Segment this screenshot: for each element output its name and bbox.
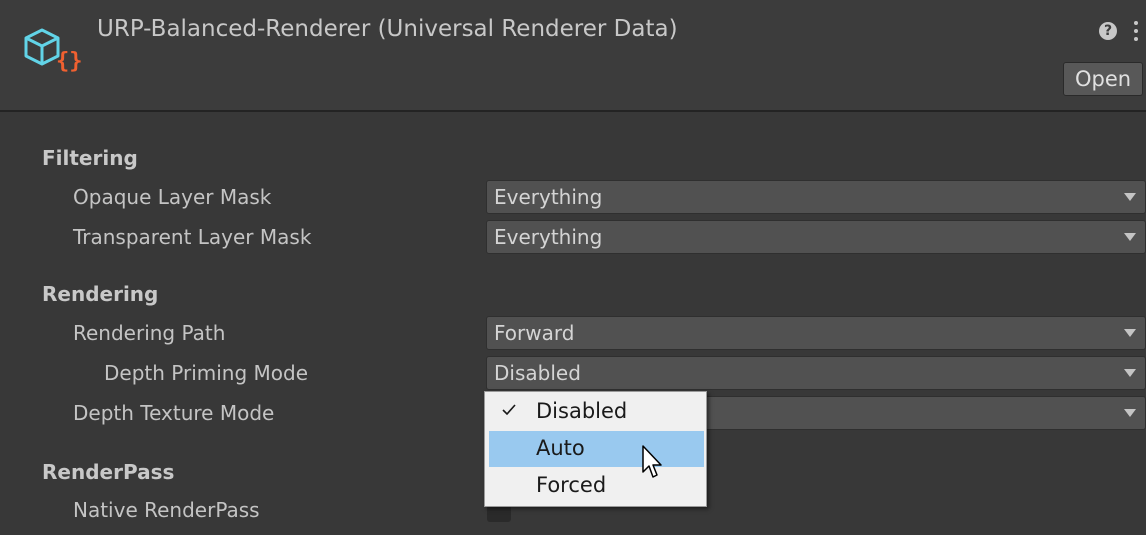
transparent-layer-mask-label: Transparent Layer Mask <box>73 225 312 249</box>
help-icon[interactable]: ? <box>1099 22 1117 40</box>
depth-texture-mode-menu: Disabled Auto Forced <box>484 391 707 507</box>
menu-item-disabled[interactable]: Disabled <box>489 394 704 430</box>
opaque-layer-mask-value: Everything <box>494 185 603 209</box>
page-title: URP-Balanced-Renderer (Universal Rendere… <box>97 16 678 42</box>
svg-text:{}: {} <box>56 49 83 74</box>
more-options-icon[interactable] <box>1133 21 1139 43</box>
checkmark-icon <box>502 404 516 416</box>
depth-priming-mode-value: Disabled <box>494 361 581 385</box>
depth-texture-mode-label: Depth Texture Mode <box>73 401 275 425</box>
dropdown-arrow-icon <box>1124 369 1136 377</box>
dropdown-arrow-icon <box>1124 409 1136 417</box>
dropdown-arrow-icon <box>1124 233 1136 241</box>
section-rendering: Rendering <box>42 282 159 306</box>
depth-priming-mode-dropdown[interactable]: Disabled <box>486 356 1146 390</box>
menu-item-label: Auto <box>536 436 585 460</box>
menu-item-label: Disabled <box>536 399 628 423</box>
rendering-path-dropdown[interactable]: Forward <box>486 316 1146 350</box>
native-renderpass-label: Native RenderPass <box>73 498 260 522</box>
dropdown-arrow-icon <box>1124 329 1136 337</box>
mouse-cursor-icon <box>642 445 662 478</box>
depth-priming-mode-label: Depth Priming Mode <box>104 361 309 385</box>
section-renderpass: RenderPass <box>42 460 175 484</box>
menu-item-label: Forced <box>536 473 607 497</box>
open-button[interactable]: Open <box>1063 62 1143 96</box>
transparent-layer-mask-dropdown[interactable]: Everything <box>486 220 1146 254</box>
rendering-path-value: Forward <box>494 321 575 345</box>
opaque-layer-mask-dropdown[interactable]: Everything <box>486 180 1146 214</box>
opaque-layer-mask-label: Opaque Layer Mask <box>73 185 272 209</box>
rendering-path-label: Rendering Path <box>73 321 226 345</box>
menu-item-forced[interactable]: Forced <box>489 468 704 504</box>
dropdown-arrow-icon <box>1124 193 1136 201</box>
renderer-asset-icon: {} <box>24 28 83 74</box>
menu-item-auto[interactable]: Auto <box>489 431 704 467</box>
transparent-layer-mask-value: Everything <box>494 225 603 249</box>
section-filtering: Filtering <box>42 146 138 170</box>
